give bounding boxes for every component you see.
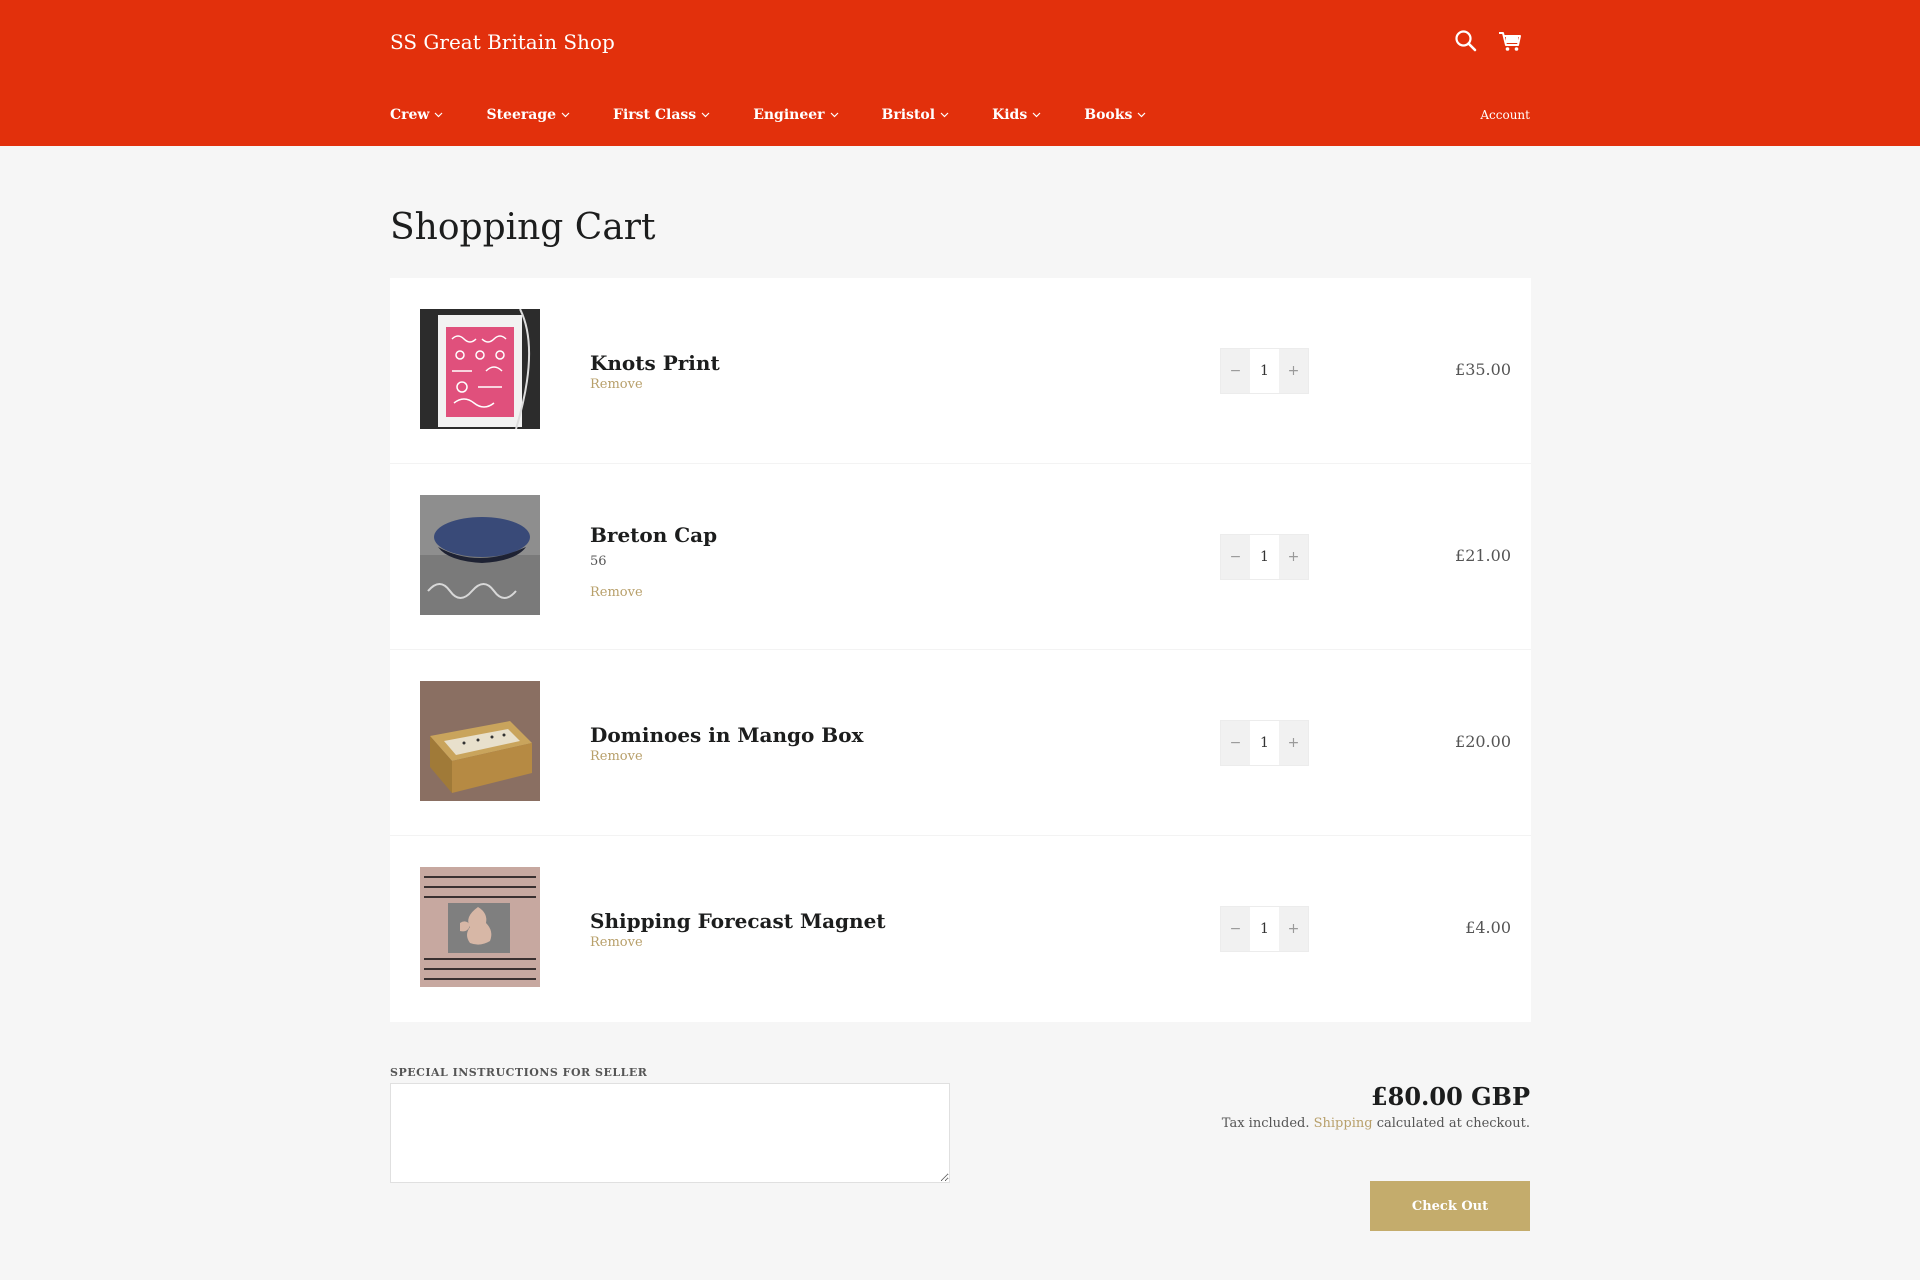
qty-decrease-button[interactable]: −	[1221, 349, 1250, 393]
cart-items-list: Knots Print Remove − 1 + £35.00 Breton C…	[390, 278, 1531, 1022]
item-price: £4.00	[1465, 918, 1511, 937]
shipping-link[interactable]: Shipping	[1314, 1116, 1373, 1131]
cart-item-title[interactable]: Breton Cap	[590, 522, 1090, 548]
special-instructions-label: SPECIAL INSTRUCTIONS FOR SELLER	[390, 1066, 648, 1079]
chevron-down-icon	[561, 112, 570, 118]
cart-item-title[interactable]: Knots Print	[590, 350, 1090, 376]
remove-item-link[interactable]: Remove	[590, 934, 1090, 952]
cart-item-info: Knots Print Remove	[590, 350, 1090, 394]
special-instructions-textarea[interactable]	[390, 1083, 950, 1183]
cart-item-title[interactable]: Shipping Forecast Magnet	[590, 908, 1090, 934]
qty-input[interactable]: 1	[1250, 349, 1279, 393]
chevron-down-icon	[701, 112, 710, 118]
remove-item-link[interactable]: Remove	[590, 748, 1090, 766]
search-icon[interactable]	[1453, 28, 1479, 54]
item-price: £35.00	[1455, 360, 1511, 379]
qty-input[interactable]: 1	[1250, 721, 1279, 765]
quantity-stepper: − 1 +	[1220, 348, 1309, 394]
cart-item-info: Breton Cap 56 Remove	[590, 522, 1090, 602]
nav-item-kids[interactable]: Kids	[992, 107, 1041, 123]
chevron-down-icon	[830, 112, 838, 118]
nav-item-bristol[interactable]: Bristol	[882, 107, 950, 123]
cart-item-variant: 56	[590, 554, 607, 569]
nav-item-label: Steerage	[486, 107, 557, 123]
cart-item-info: Dominoes in Mango Box Remove	[590, 722, 1090, 766]
nav-item-label: Engineer	[753, 107, 825, 123]
cart-item-row: Knots Print Remove − 1 + £35.00	[390, 278, 1531, 464]
nav-item-label: Kids	[992, 107, 1028, 123]
qty-increase-button[interactable]: +	[1279, 907, 1308, 951]
breton-cap-thumbnail[interactable]	[420, 495, 540, 615]
cart-item-title[interactable]: Dominoes in Mango Box	[590, 722, 1090, 748]
chevron-down-icon	[1032, 112, 1041, 118]
qty-increase-button[interactable]: +	[1279, 535, 1308, 579]
quantity-stepper: − 1 +	[1220, 906, 1309, 952]
qty-increase-button[interactable]: +	[1279, 721, 1308, 765]
remove-item-link[interactable]: Remove	[590, 584, 1090, 602]
chevron-down-icon	[435, 112, 443, 118]
knots-print-thumbnail[interactable]	[420, 309, 540, 429]
cart-item-row: Shipping Forecast Magnet Remove − 1 + £4…	[390, 836, 1531, 1022]
dominoes-thumbnail[interactable]	[420, 681, 540, 801]
cart-total: £80.00 GBP	[1370, 1082, 1530, 1111]
remove-item-link[interactable]: Remove	[590, 376, 1090, 394]
item-price: £20.00	[1455, 732, 1511, 751]
shop-name-link[interactable]: SS Great Britain Shop	[390, 28, 615, 56]
main-nav: Crew Steerage First Class Engineer Brist…	[390, 104, 1189, 126]
nav-item-engineer[interactable]: Engineer	[753, 107, 838, 123]
tax-included-text: Tax included.	[1221, 1116, 1310, 1131]
nav-item-steerage[interactable]: Steerage	[486, 107, 570, 123]
chevron-down-icon	[1137, 112, 1146, 118]
qty-increase-button[interactable]: +	[1279, 349, 1308, 393]
nav-item-label: First Class	[613, 107, 697, 123]
nav-item-label: Books	[1084, 107, 1133, 123]
cart-item-row: Breton Cap 56 Remove − 1 + £21.00	[390, 464, 1531, 650]
shipping-forecast-magnet-thumbnail[interactable]	[420, 867, 540, 987]
nav-item-first-class[interactable]: First Class	[613, 107, 710, 123]
tax-note: Tax included. Shipping calculated at che…	[1222, 1116, 1530, 1131]
qty-decrease-button[interactable]: −	[1221, 535, 1250, 579]
qty-input[interactable]: 1	[1250, 907, 1279, 951]
nav-item-books[interactable]: Books	[1084, 107, 1146, 123]
qty-input[interactable]: 1	[1250, 535, 1279, 579]
checkout-button[interactable]: Check Out	[1370, 1181, 1530, 1231]
cart-icon[interactable]	[1497, 28, 1523, 54]
cart-item-info: Shipping Forecast Magnet Remove	[590, 908, 1090, 952]
account-link[interactable]: Account	[1480, 104, 1530, 126]
item-price: £21.00	[1455, 546, 1511, 565]
site-header: SS Great Britain Shop Crew Steerage Firs…	[0, 0, 1920, 146]
qty-decrease-button[interactable]: −	[1221, 907, 1250, 951]
cart-item-row: Dominoes in Mango Box Remove − 1 + £20.0…	[390, 650, 1531, 836]
nav-item-crew[interactable]: Crew	[390, 107, 443, 123]
qty-decrease-button[interactable]: −	[1221, 721, 1250, 765]
quantity-stepper: − 1 +	[1220, 534, 1309, 580]
quantity-stepper: − 1 +	[1220, 720, 1309, 766]
chevron-down-icon	[940, 112, 949, 118]
calculated-at-checkout-text: calculated at checkout.	[1376, 1116, 1530, 1131]
nav-item-label: Crew	[390, 107, 430, 123]
page-title: Shopping Cart	[390, 207, 656, 248]
nav-item-label: Bristol	[881, 107, 936, 123]
